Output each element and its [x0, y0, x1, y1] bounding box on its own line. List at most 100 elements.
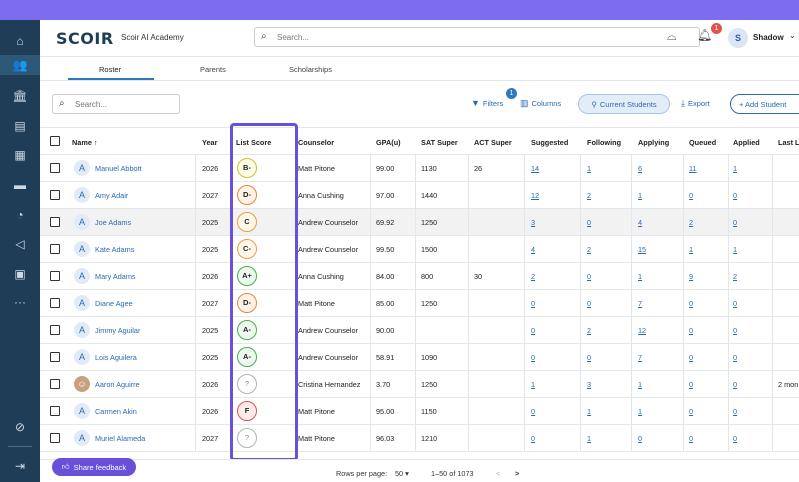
- cell-applying[interactable]: 7: [638, 299, 642, 308]
- student-name-link[interactable]: Amy Adair: [95, 191, 128, 200]
- cell-queued[interactable]: 0: [689, 434, 693, 443]
- cell-applying[interactable]: 6: [638, 164, 642, 173]
- cell-applying[interactable]: 12: [638, 326, 646, 335]
- document-icon[interactable]: ▤: [0, 116, 40, 136]
- student-name-link[interactable]: Joe Adams: [95, 218, 131, 227]
- cell-applying[interactable]: 4: [638, 218, 642, 227]
- cell-queued[interactable]: 1: [689, 245, 693, 254]
- table-row[interactable]: A Kate Adams C- 2025 Andrew Counselor 99.50 15…: [40, 236, 799, 263]
- chat-icon[interactable]: ⌓: [667, 29, 677, 44]
- col-suggested[interactable]: Suggested: [531, 138, 568, 147]
- cell-following[interactable]: 2: [587, 245, 591, 254]
- students-icon[interactable]: 👥: [0, 55, 40, 75]
- student-name-link[interactable]: Jimmy Aguilar: [95, 326, 140, 335]
- cell-applying[interactable]: 1: [638, 191, 642, 200]
- export-button[interactable]: ⤓ Export: [681, 98, 710, 109]
- cell-queued[interactable]: 11: [689, 164, 697, 173]
- row-checkbox[interactable]: [50, 298, 60, 308]
- cell-suggested[interactable]: 0: [531, 353, 535, 362]
- cell-suggested[interactable]: 2: [531, 272, 535, 281]
- student-name-link[interactable]: Kate Adams: [95, 245, 134, 254]
- cell-following[interactable]: 3: [587, 380, 591, 389]
- student-name-link[interactable]: Muriel Alameda: [95, 434, 145, 443]
- col-queued[interactable]: Queued: [689, 138, 716, 147]
- table-row[interactable]: ☺ Aaron Aguirre? 2026 Cristina Hernandez 3.7…: [40, 371, 799, 398]
- cell-applied[interactable]: 2: [733, 272, 737, 281]
- student-name-link[interactable]: Lois Aguilera: [95, 353, 137, 362]
- cell-suggested[interactable]: 0: [531, 299, 535, 308]
- bell-icon[interactable]: 🔔︎: [697, 28, 712, 42]
- list-score-badge[interactable]: F: [237, 401, 257, 421]
- list-score-badge[interactable]: ?: [237, 374, 257, 394]
- list-score-badge[interactable]: A-: [237, 347, 257, 367]
- cell-suggested[interactable]: 0: [531, 434, 535, 443]
- chevron-down-icon[interactable]: ⌄: [789, 31, 796, 40]
- user-name[interactable]: Shadow: [753, 33, 784, 42]
- row-checkbox[interactable]: [50, 406, 60, 416]
- cell-applied[interactable]: 0: [733, 191, 737, 200]
- cell-applied[interactable]: 0: [733, 299, 737, 308]
- student-name-link[interactable]: Manuel Abbott: [95, 164, 142, 173]
- prev-page-button[interactable]: <: [496, 469, 500, 478]
- row-checkbox[interactable]: [50, 352, 60, 362]
- student-name-link[interactable]: Diane Agee: [95, 299, 133, 308]
- cell-applying[interactable]: 1: [638, 407, 642, 416]
- cell-queued[interactable]: 0: [689, 353, 693, 362]
- cell-queued[interactable]: 0: [689, 407, 693, 416]
- col-name[interactable]: Name ↑: [72, 138, 98, 147]
- table-row[interactable]: A Lois Aguilera A- 2025 Andrew Counselor 58.9…: [40, 344, 799, 371]
- cell-suggested[interactable]: 12: [531, 191, 539, 200]
- list-score-badge[interactable]: C: [237, 212, 257, 232]
- colleges-icon[interactable]: 🏛: [0, 86, 40, 106]
- list-score-badge[interactable]: ?: [237, 428, 257, 448]
- table-row[interactable]: A Jimmy Aguilar A- 2025 Andrew Counselor 90.0…: [40, 317, 799, 344]
- col-sat[interactable]: SAT Super: [421, 138, 458, 147]
- cell-queued[interactable]: 9: [689, 272, 693, 281]
- select-all-checkbox[interactable]: [50, 136, 60, 146]
- col-gpa[interactable]: GPA(u): [376, 138, 401, 147]
- cell-following[interactable]: 1: [587, 434, 591, 443]
- current-students-chip[interactable]: ⚲ Current Students: [578, 94, 670, 114]
- row-checkbox[interactable]: [50, 271, 60, 281]
- analytics-icon[interactable]: ◔: [0, 205, 40, 225]
- tab-roster[interactable]: Roster: [99, 65, 121, 74]
- col-year[interactable]: Year: [202, 138, 217, 147]
- cell-following[interactable]: 1: [587, 164, 591, 173]
- row-checkbox[interactable]: [50, 217, 60, 227]
- row-checkbox[interactable]: [50, 325, 60, 335]
- cell-applying[interactable]: 15: [638, 245, 646, 254]
- col-act[interactable]: ACT Super: [474, 138, 512, 147]
- student-name-link[interactable]: Aaron Aguirre: [95, 380, 140, 389]
- table-row[interactable]: A Carmen Akin F 2026 Matt Pitone 95.00 1150 0 1 1…: [40, 398, 799, 425]
- filters-button[interactable]: ▼ Filters: [471, 98, 503, 108]
- rows-per-page-select[interactable]: 50 ▾: [395, 469, 409, 478]
- cell-following[interactable]: 0: [587, 272, 591, 281]
- list-score-badge[interactable]: B-: [237, 158, 257, 178]
- compass-icon[interactable]: ⊘: [0, 417, 40, 437]
- cell-applied[interactable]: 0: [733, 434, 737, 443]
- announcement-icon[interactable]: ◁: [0, 234, 40, 254]
- collapse-icon[interactable]: ⇥: [0, 456, 40, 476]
- table-row[interactable]: A Muriel Alameda? 2027 Matt Pitone 96.03 1210…: [40, 425, 799, 452]
- row-checkbox[interactable]: [50, 244, 60, 254]
- cell-applied[interactable]: 1: [733, 164, 737, 173]
- table-row[interactable]: A Amy Adair D- 2027 Anna Cushing 97.00 1440 12 2…: [40, 182, 799, 209]
- row-checkbox[interactable]: [50, 163, 60, 173]
- col-applied[interactable]: Applied: [733, 138, 760, 147]
- logo[interactable]: SCOIR: [56, 29, 114, 48]
- cell-following[interactable]: 1: [587, 407, 591, 416]
- cell-applying[interactable]: 1: [638, 380, 642, 389]
- student-name-link[interactable]: Mary Adams: [95, 272, 136, 281]
- col-list-score[interactable]: List Score: [236, 138, 271, 147]
- cell-applying[interactable]: 1: [638, 272, 642, 281]
- cell-suggested[interactable]: 3: [531, 218, 535, 227]
- cell-applied[interactable]: 1: [733, 245, 737, 254]
- tab-scholarships[interactable]: Scholarships: [289, 65, 332, 74]
- cell-following[interactable]: 2: [587, 191, 591, 200]
- col-counselor[interactable]: Counselor: [298, 138, 334, 147]
- row-checkbox[interactable]: [50, 379, 60, 389]
- cell-queued[interactable]: 2: [689, 218, 693, 227]
- cell-suggested[interactable]: 1: [531, 380, 535, 389]
- cell-applied[interactable]: 0: [733, 407, 737, 416]
- cell-suggested[interactable]: 0: [531, 326, 535, 335]
